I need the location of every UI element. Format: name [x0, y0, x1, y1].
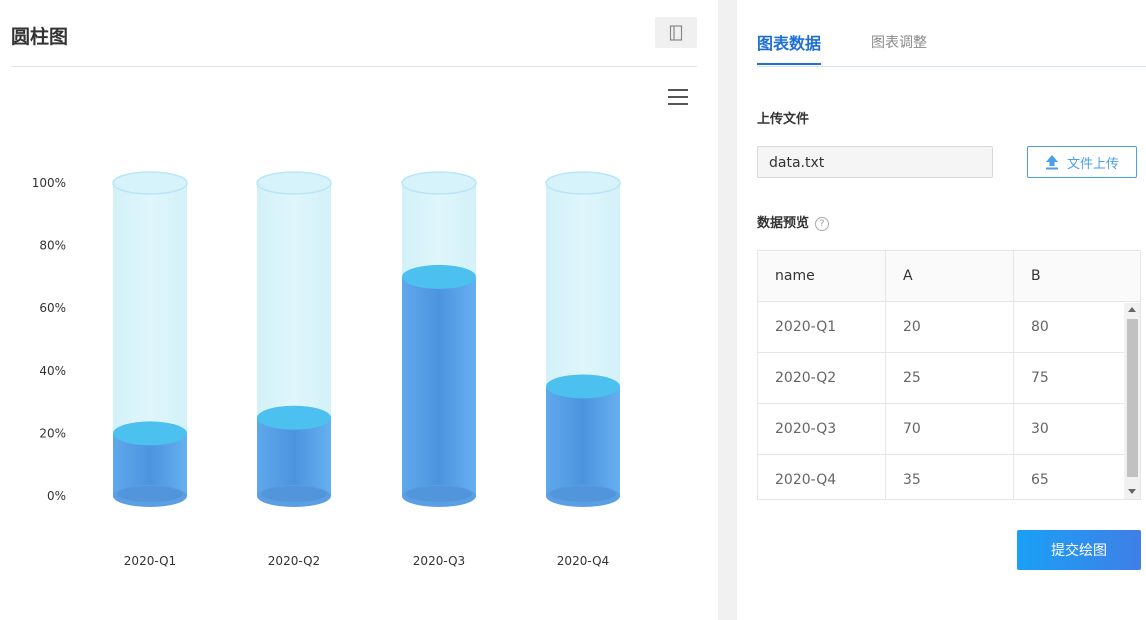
- table-row[interactable]: 2020-Q4 35 65: [758, 455, 1124, 499]
- preview-label-text: 数据预览: [757, 216, 810, 231]
- column-header: A: [886, 251, 1014, 301]
- tab-chart-adjust[interactable]: 图表调整: [871, 32, 927, 52]
- cylinder-bottom-shade: [406, 486, 472, 502]
- cylinder-top: [112, 171, 188, 195]
- cylinder-bottom-shade: [117, 486, 183, 502]
- scroll-down-arrow-icon[interactable]: [1128, 489, 1136, 494]
- x-tick-label: 2020-Q2: [268, 554, 320, 568]
- upload-button-label: 文件上传: [1066, 156, 1119, 172]
- y-tick-label: 60%: [39, 301, 66, 315]
- table-row[interactable]: 2020-Q3 70 30: [758, 404, 1124, 455]
- table-row[interactable]: 2020-Q1 20 80: [758, 302, 1124, 353]
- tab-chart-data[interactable]: 图表数据: [757, 30, 821, 54]
- y-tick-label: 80%: [39, 239, 66, 253]
- table-scrollbar[interactable]: [1124, 303, 1140, 499]
- column-header: B: [1031, 268, 1041, 284]
- notebook-icon: [669, 24, 683, 41]
- cylinder-top: [256, 171, 332, 195]
- page-title: 圆柱图: [11, 26, 69, 48]
- table-header-row: name A B: [758, 251, 1140, 302]
- x-tick-label: 2020-Q3: [413, 554, 465, 568]
- table-cell[interactable]: 30: [1014, 404, 1124, 454]
- column-header: name: [758, 251, 886, 301]
- active-tab-indicator: [757, 63, 821, 65]
- data-panel: 图表数据 图表调整 上传文件 data.txt 文件上传 数据预览? name …: [737, 0, 1146, 620]
- scroll-up-arrow-icon[interactable]: [1128, 307, 1136, 312]
- panel-divider: [718, 0, 737, 620]
- cylinder-top: [401, 171, 477, 195]
- table-row[interactable]: 2020-Q2 25 75: [758, 353, 1124, 404]
- table-cell[interactable]: 2020-Q3: [758, 404, 886, 454]
- x-tick-label: 2020-Q1: [124, 554, 176, 568]
- tab-bar: 图表数据 图表调整: [757, 0, 1146, 67]
- table-cell[interactable]: 65: [1014, 455, 1124, 499]
- file-name-field[interactable]: data.txt: [757, 146, 993, 178]
- upload-button[interactable]: 文件上传: [1027, 146, 1137, 178]
- submit-plot-button[interactable]: 提交绘图: [1017, 530, 1141, 570]
- cylinder-chart: 0% 20% 40% 60% 80% 100% 2020-Q1 2020-Q2 2020-Q3 2…: [32, 171, 621, 568]
- bar-top-2020-Q1: [113, 421, 187, 446]
- notebook-icon-button[interactable]: [655, 17, 697, 48]
- table-cell[interactable]: 35: [886, 455, 1014, 499]
- table-cell[interactable]: 70: [886, 404, 1014, 454]
- table-cell[interactable]: 2020-Q4: [758, 455, 886, 499]
- table-cell[interactable]: 2020-Q1: [758, 302, 886, 352]
- y-tick-label: 0%: [47, 489, 66, 503]
- data-preview-table: name A B 2020-Q1 20 80 2020-Q2 25 75 202…: [757, 250, 1141, 500]
- scroll-thumb[interactable]: [1127, 319, 1138, 477]
- upload-icon: [1045, 155, 1058, 170]
- table-cell[interactable]: 25: [886, 353, 1014, 403]
- bar-top-2020-Q4: [546, 374, 620, 399]
- bar-top-2020-Q2: [257, 405, 331, 430]
- bar-top-2020-Q3: [402, 264, 476, 289]
- bar-2020-Q4: [546, 386, 620, 496]
- header-divider: [11, 66, 697, 67]
- y-tick-label: 100%: [32, 176, 66, 190]
- cylinder-bottom-shade: [550, 486, 616, 502]
- x-tick-label: 2020-Q4: [557, 554, 609, 568]
- hamburger-menu-icon[interactable]: [666, 86, 690, 108]
- table-cell[interactable]: 80: [1014, 302, 1124, 352]
- preview-section-label: 数据预览?: [757, 212, 830, 231]
- cylinder-top: [545, 171, 621, 195]
- table-cell[interactable]: 20: [886, 302, 1014, 352]
- table-cell[interactable]: 75: [1014, 353, 1124, 403]
- chart-panel: 圆柱图 0% 20% 40% 60% 80% 100% 2020-Q1 2020-Q2 2020…: [0, 0, 718, 620]
- table-cell[interactable]: 2020-Q2: [758, 353, 886, 403]
- help-icon[interactable]: ?: [815, 217, 830, 231]
- y-tick-label: 20%: [39, 426, 66, 440]
- bar-2020-Q3: [402, 276, 476, 496]
- cylinder-bottom-shade: [261, 486, 327, 502]
- upload-section-label: 上传文件: [757, 112, 810, 127]
- y-tick-label: 40%: [39, 364, 66, 378]
